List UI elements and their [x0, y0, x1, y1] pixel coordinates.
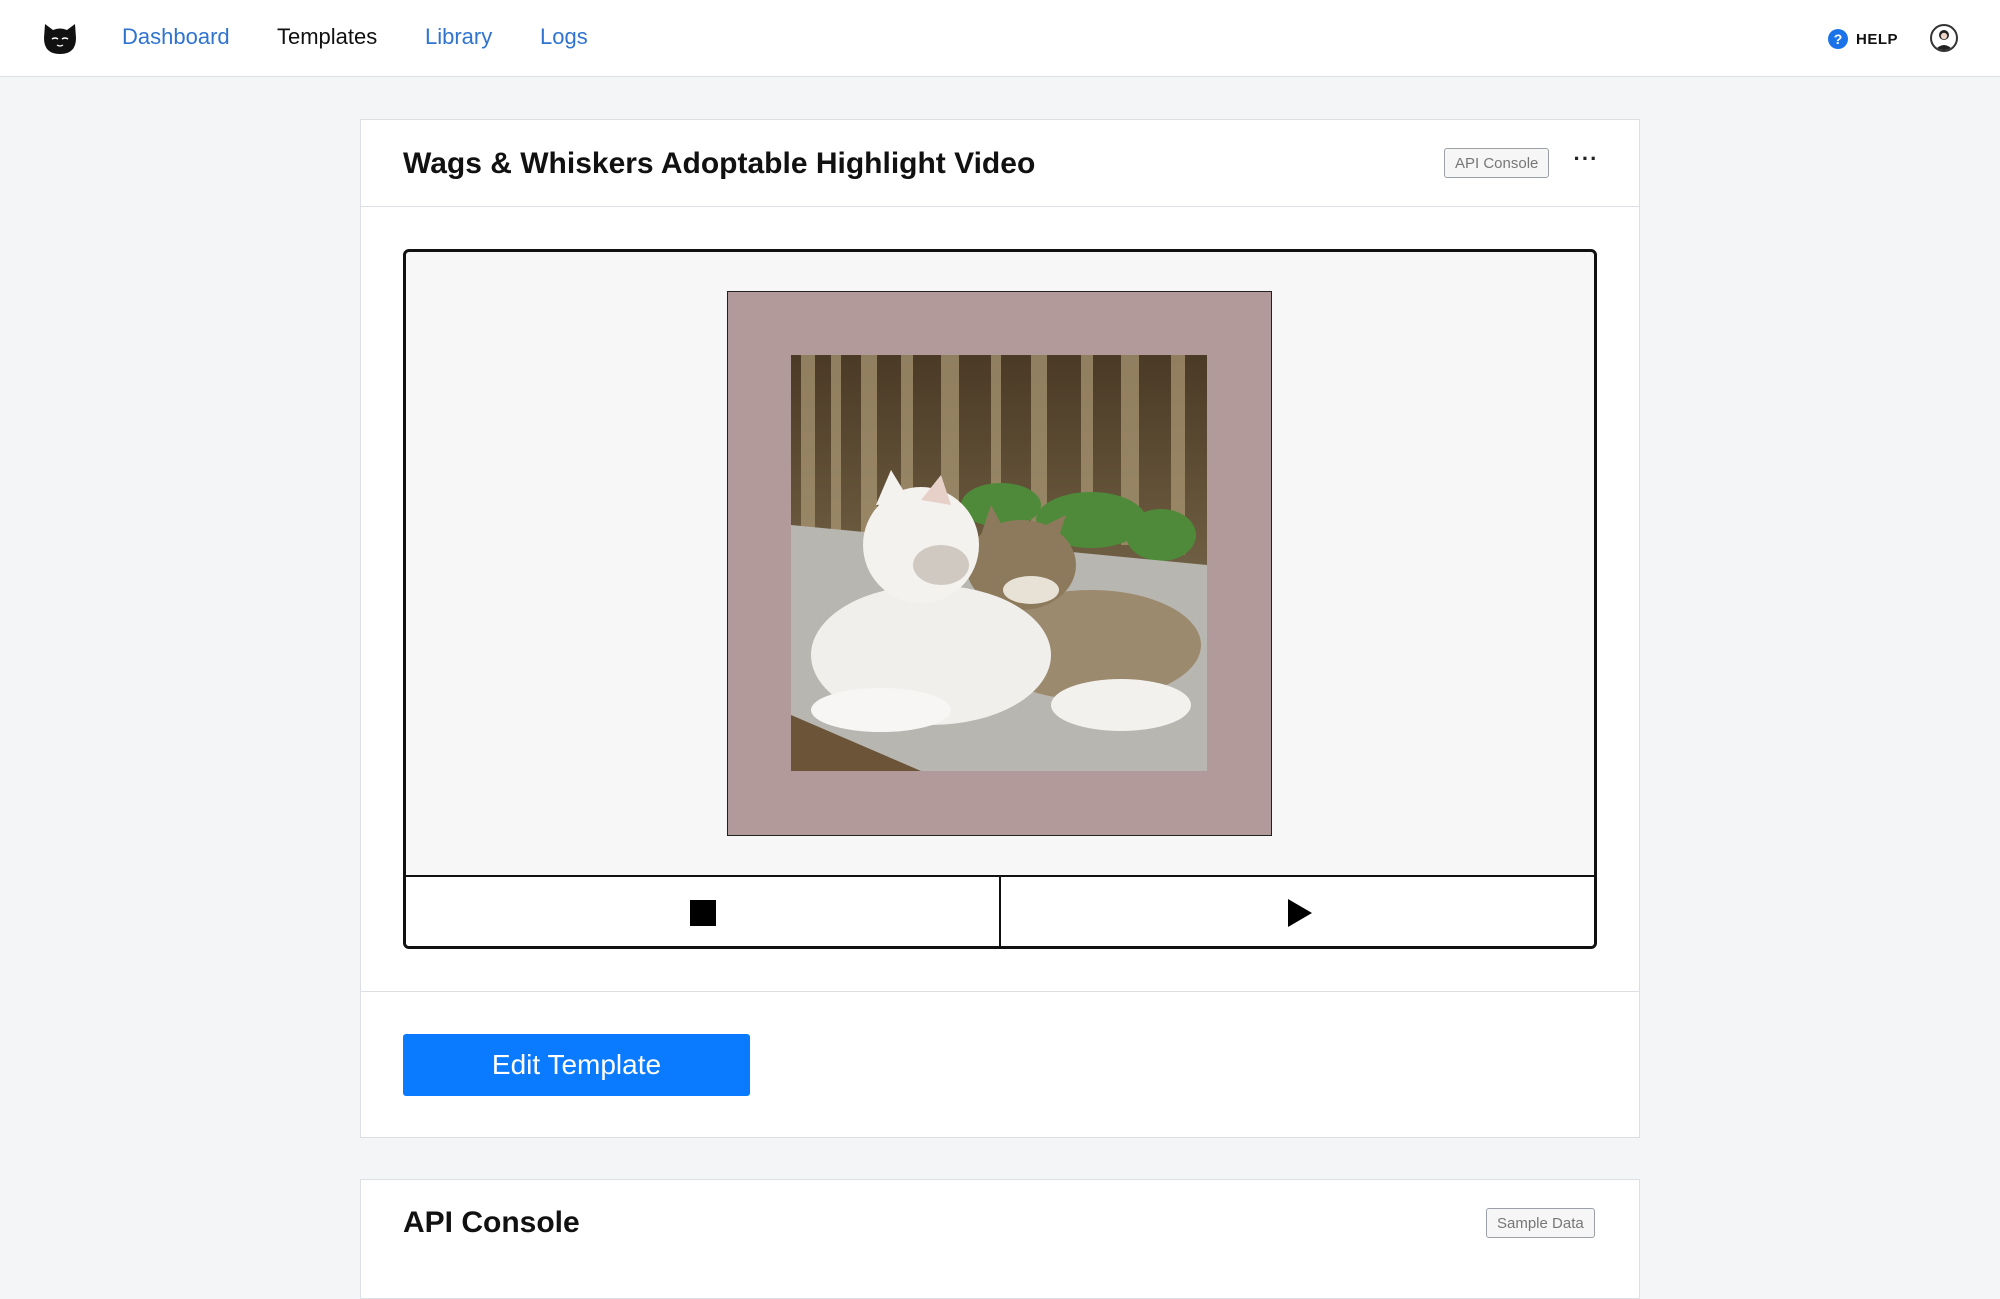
cats-image	[791, 355, 1207, 771]
edit-template-button[interactable]: Edit Template	[403, 1034, 750, 1096]
play-button[interactable]	[999, 877, 1594, 946]
stop-icon	[689, 900, 716, 926]
user-avatar-icon	[1935, 30, 1953, 50]
play-icon	[1287, 899, 1312, 927]
cat-logo-icon[interactable]	[40, 18, 80, 58]
help-button[interactable]: ? HELP	[1828, 28, 1898, 50]
nav-link-dashboard[interactable]: Dashboard	[122, 24, 230, 50]
playback-controls	[406, 875, 1594, 946]
nav-link-templates[interactable]: Templates	[277, 24, 377, 50]
template-preview-card: Wags & Whiskers Adoptable Highlight Vide…	[360, 119, 1640, 1138]
video-player	[403, 249, 1597, 949]
cats-photo	[791, 355, 1207, 771]
card-header: Wags & Whiskers Adoptable Highlight Vide…	[361, 120, 1639, 207]
api-console-title: API Console	[403, 1206, 580, 1239]
nav-link-library[interactable]: Library	[425, 24, 492, 50]
api-console-card: API Console Sample Data	[360, 1179, 1640, 1299]
page-title: Wags & Whiskers Adoptable Highlight Vide…	[403, 147, 1036, 180]
sample-data-button[interactable]: Sample Data	[1486, 1208, 1595, 1238]
divider	[361, 991, 1639, 992]
video-frame	[727, 291, 1272, 836]
question-circle-icon: ?	[1828, 29, 1848, 49]
ellipsis-icon: ···	[1573, 146, 1599, 171]
nav-link-logs[interactable]: Logs	[540, 24, 588, 50]
top-navigation-bar: Dashboard Templates Library Logs ? HELP	[0, 0, 2000, 77]
api-console-button[interactable]: API Console	[1444, 148, 1550, 178]
more-options-button[interactable]: ···	[1571, 148, 1601, 174]
help-label: HELP	[1856, 30, 1899, 48]
avatar[interactable]	[1930, 24, 1958, 52]
stop-button[interactable]	[406, 877, 999, 946]
